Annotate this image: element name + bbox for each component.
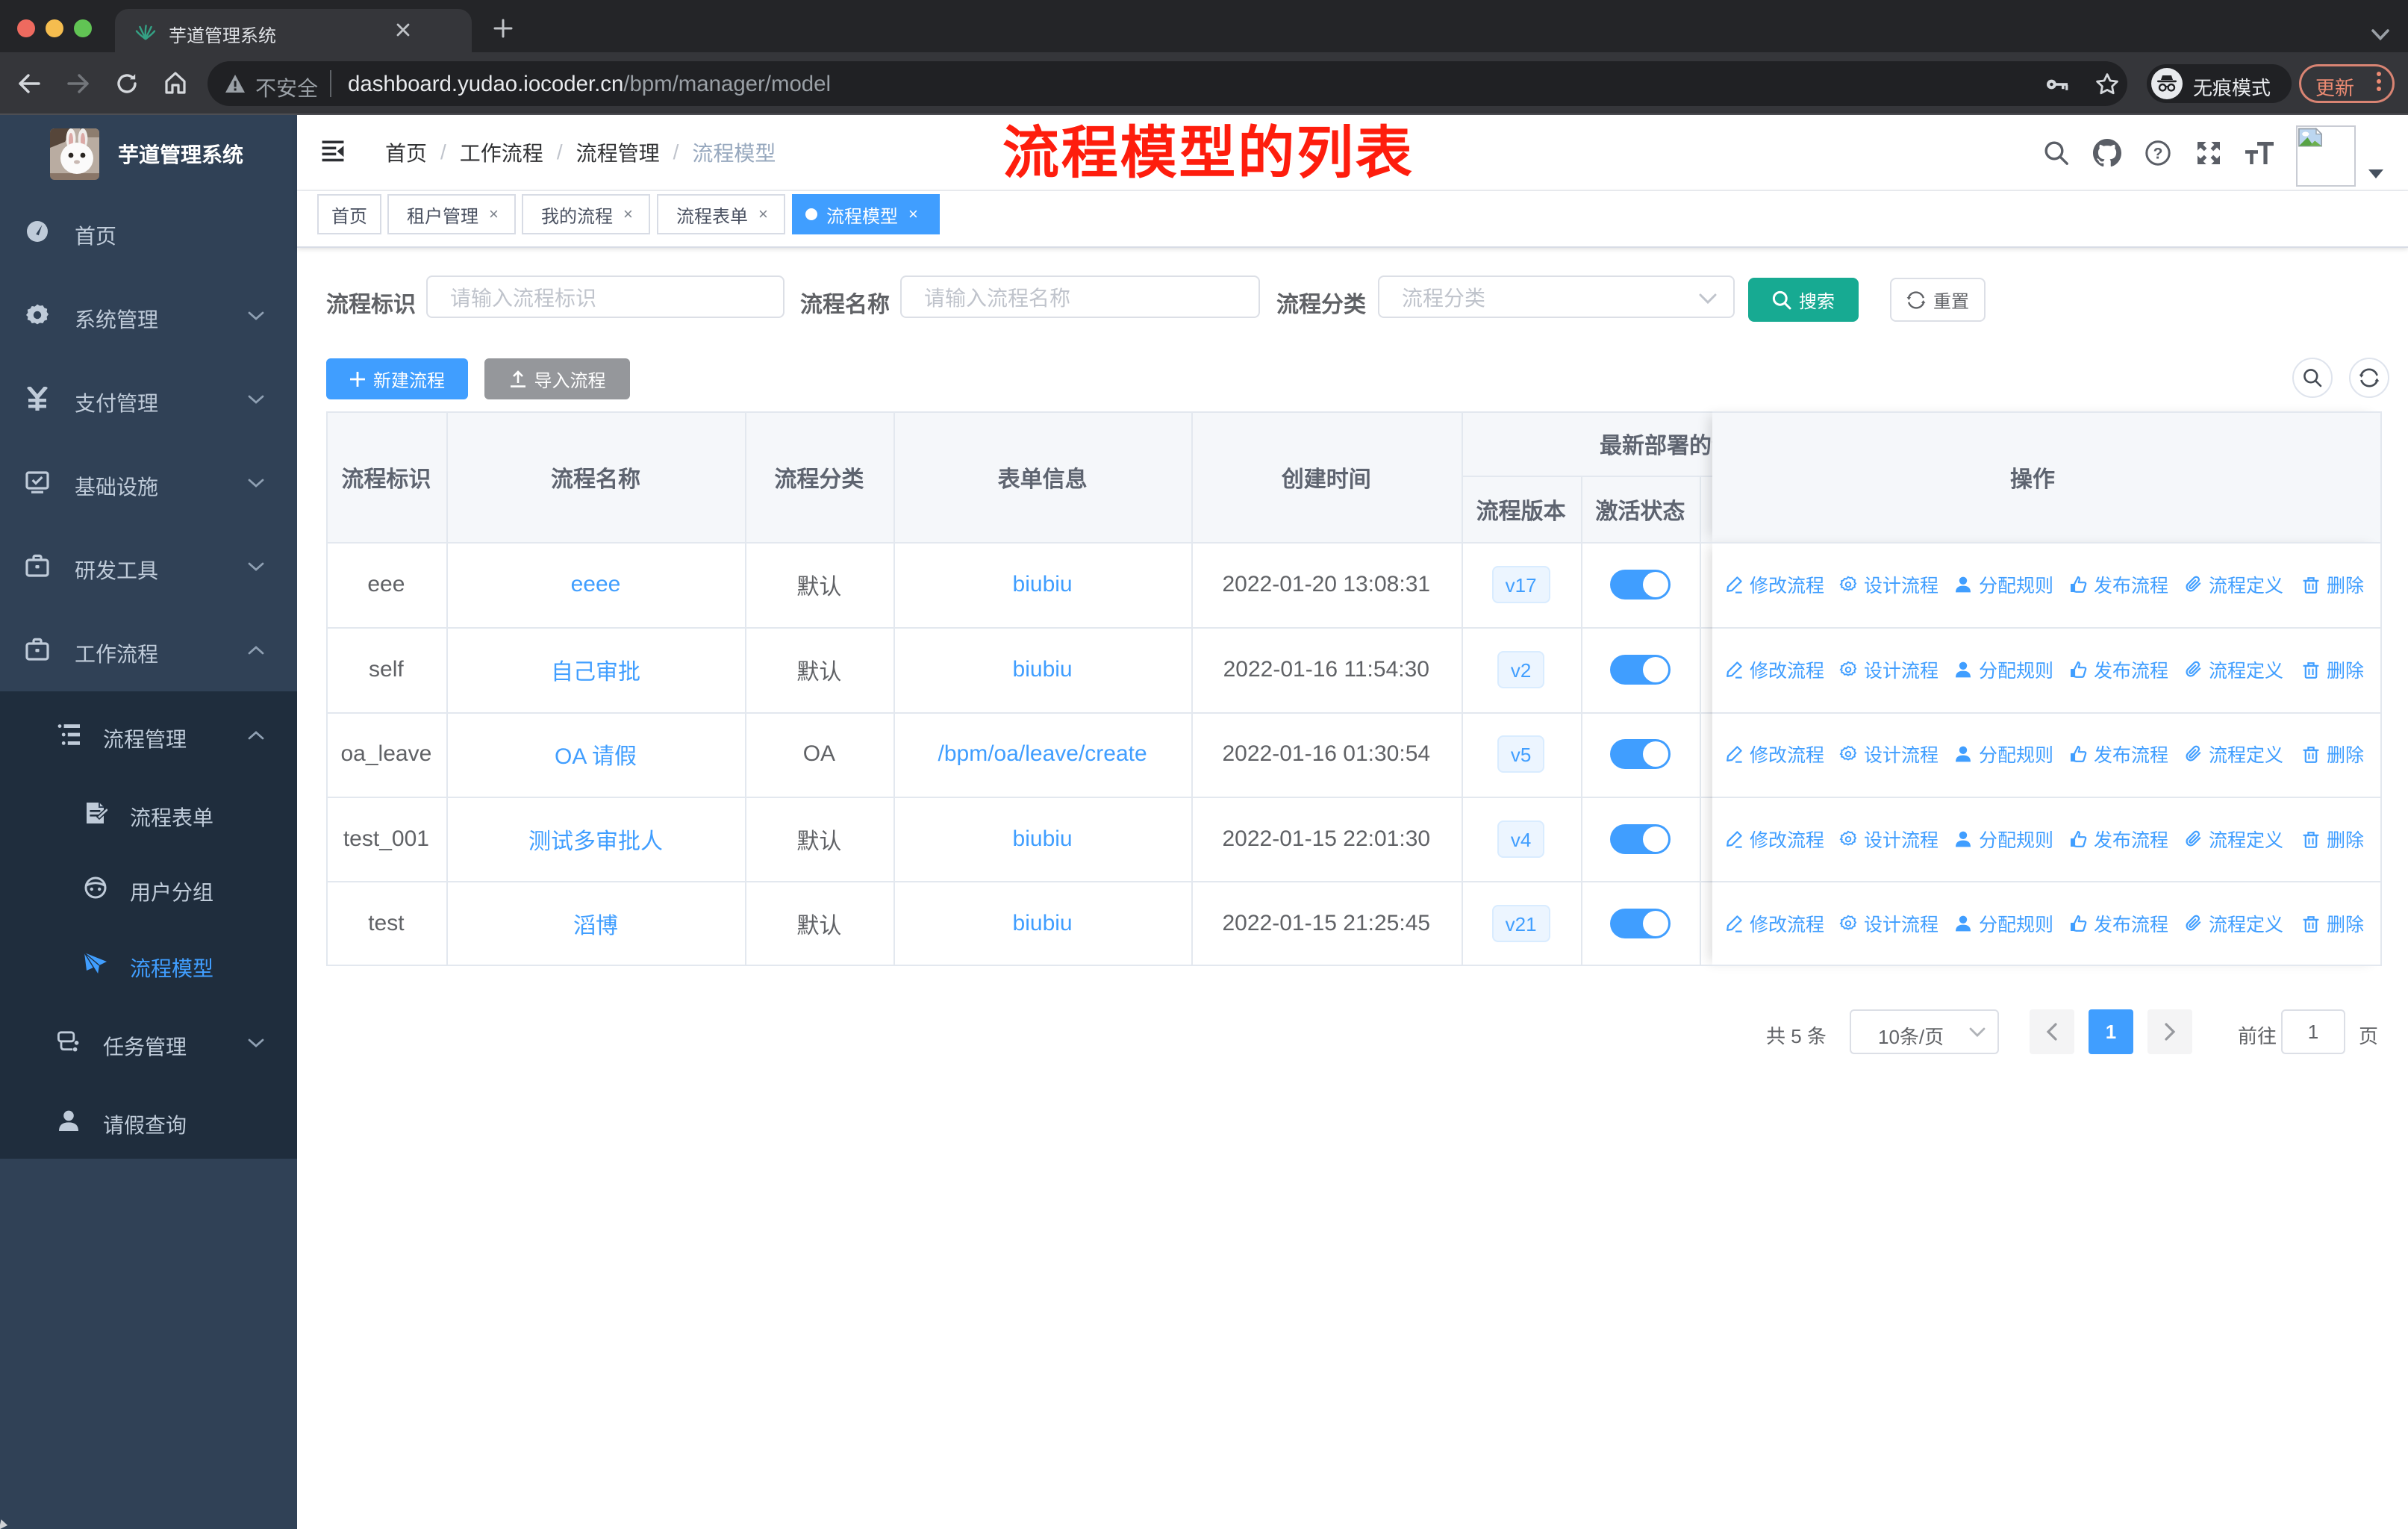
svg-text:?: ? bbox=[2153, 145, 2163, 162]
